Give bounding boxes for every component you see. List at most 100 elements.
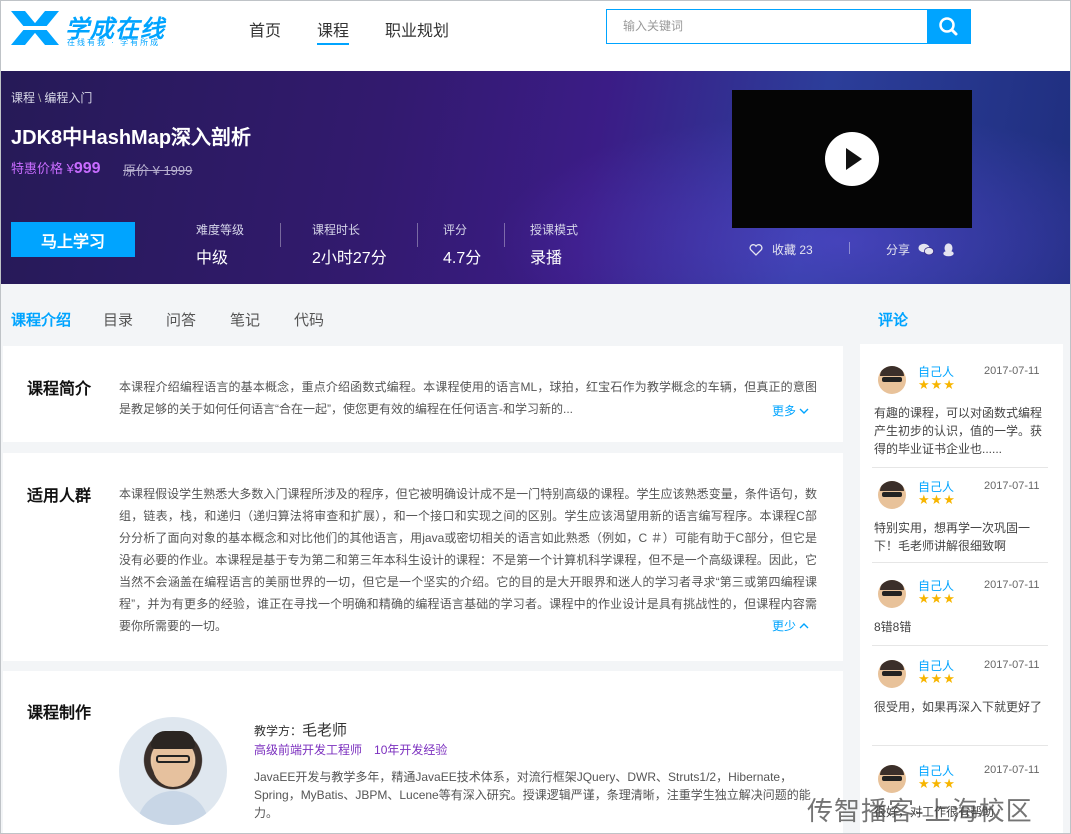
- teacher-heading: 教学方：毛老师: [254, 719, 347, 740]
- comment-date: 2017-07-11: [984, 579, 1040, 591]
- chevron-up-icon: [799, 623, 809, 629]
- less-link[interactable]: 更少: [772, 617, 809, 634]
- user-avatar: [878, 765, 906, 793]
- stat-value: 4.7分: [443, 250, 482, 267]
- more-label: 更多: [772, 404, 797, 418]
- star-rating: ★★★: [918, 591, 956, 606]
- avatar-glasses: [156, 755, 190, 763]
- teacher-bio: JavaEE开发与教学多年，精通JavaEE技术体系，对流行框架JQuery、D…: [254, 770, 811, 820]
- qq-icon[interactable]: [942, 242, 955, 257]
- action-divider: [849, 242, 850, 254]
- star-rating: ★★★: [918, 671, 956, 686]
- comments-title: 评论: [878, 312, 909, 329]
- more-link[interactable]: 更多: [772, 402, 809, 419]
- course-banner: 课程 \ 编程入门 JDK8中HashMap深入剖析 特惠价格 ¥999 原价 ¥ …: [1, 71, 1070, 284]
- audience-card: 适用人群 本课程假设学生熟悉大多数入门课程所涉及的程序，但它被明确设计成不是一门…: [3, 453, 843, 661]
- star-rating: ★★★: [918, 492, 956, 507]
- comment-date: 2017-07-11: [984, 365, 1040, 377]
- teacher-avatar[interactable]: [119, 717, 227, 825]
- video-player[interactable]: [732, 90, 972, 228]
- nav-career[interactable]: 职业规划: [367, 1, 467, 47]
- intro-card: 课程简介 本课程介绍编程语言的基本概念，重点介绍函数式编程。本课程使用的语言ML…: [3, 346, 843, 442]
- stat-divider: [504, 223, 505, 247]
- comment-item[interactable]: 自己人 ★★★ 2017-07-11 8错8错: [872, 572, 1048, 646]
- logo-x-icon: [11, 11, 59, 45]
- play-icon[interactable]: [825, 132, 879, 186]
- teacher-label: 教学方：: [254, 724, 303, 738]
- search-button[interactable]: [927, 9, 971, 44]
- stat-label: 评分: [443, 223, 468, 237]
- comment-date: 2017-07-11: [984, 764, 1040, 776]
- teacher-name[interactable]: 毛老师: [302, 722, 347, 739]
- stat-duration: 课程时长 2小时27分: [312, 221, 387, 268]
- tab-intro[interactable]: 课程介绍: [11, 309, 71, 330]
- comment-text: 特别实用，想再学一次巩固一下！毛老师讲解很细致啊: [874, 521, 1031, 553]
- nav-home[interactable]: 首页: [231, 1, 299, 47]
- search-icon: [939, 17, 958, 36]
- user-avatar: [878, 481, 906, 509]
- tab-catalog[interactable]: 目录: [103, 309, 133, 330]
- comment-date: 2017-07-11: [984, 659, 1040, 671]
- sale-price: 特惠价格 ¥999: [11, 158, 101, 178]
- stat-divider: [417, 223, 418, 247]
- main-nav: 首页 课程 职业规划: [231, 1, 467, 71]
- user-avatar: [878, 366, 906, 394]
- sale-price-value: 999: [73, 160, 101, 177]
- intro-text: 本课程介绍编程语言的基本概念，重点介绍函数式编程。本课程使用的语言ML，球拍，红…: [119, 380, 817, 416]
- comment-text: 8错8错: [874, 620, 912, 634]
- favorite-count: 收藏 23: [772, 243, 813, 257]
- tab-qa[interactable]: 问答: [166, 309, 196, 330]
- stat-label: 授课模式: [530, 223, 579, 237]
- user-avatar: [878, 660, 906, 688]
- comment-item[interactable]: 自己人 ★★★ 2017-07-11 很受用，如果再深入下就更好了: [872, 652, 1048, 746]
- breadcrumb-courses[interactable]: 课程: [11, 91, 35, 105]
- comment-item[interactable]: 自己人 ★★★ 2017-07-11 特别实用，想再学一次巩固一下！毛老师讲解很…: [872, 473, 1048, 563]
- star-rating: ★★★: [918, 776, 956, 791]
- share-group: 分享: [886, 241, 955, 258]
- less-label: 更少: [772, 619, 797, 633]
- avatar-shirt: [137, 791, 209, 825]
- wechat-icon[interactable]: [918, 243, 935, 256]
- audience-text: 本课程假设学生熟悉大多数入门课程所涉及的程序，但它被明确设计成不是一门特别高级的…: [119, 487, 817, 633]
- stat-divider: [280, 223, 281, 247]
- watermark: 传智播客-上海校区: [807, 796, 1033, 826]
- stat-label: 难度等级: [196, 223, 245, 237]
- teacher-experience: 10年开发经验: [374, 743, 448, 757]
- breadcrumb-category[interactable]: 编程入门: [44, 91, 92, 105]
- avatar-hair: [151, 731, 195, 749]
- stat-value: 2小时27分: [312, 250, 387, 267]
- top-header: 学成在线 在线有我 · 学有所成 首页 课程 职业规划 输入关键词: [1, 1, 1070, 71]
- stat-label: 课程时长: [312, 223, 361, 237]
- comments-panel: 自己人 ★★★ 2017-07-11 有趣的课程，可以对函数式编程产生初步的认识…: [860, 344, 1063, 833]
- comment-date: 2017-07-11: [984, 480, 1040, 492]
- stat-difficulty: 难度等级 中级: [196, 221, 244, 268]
- stat-rating: 评分 4.7分: [443, 221, 481, 268]
- chevron-down-icon: [799, 408, 809, 414]
- intro-title: 课程简介: [27, 381, 92, 398]
- audience-title: 适用人群: [27, 488, 92, 505]
- teacher-title: 高级前端开发工程师: [254, 743, 363, 757]
- tab-notes[interactable]: 笔记: [230, 309, 260, 330]
- logo-slogan: 在线有我 · 学有所成: [67, 38, 161, 47]
- user-avatar: [878, 580, 906, 608]
- star-rating: ★★★: [918, 377, 956, 392]
- share-label: 分享: [886, 243, 911, 257]
- production-title: 课程制作: [27, 705, 92, 722]
- tab-code[interactable]: 代码: [294, 309, 324, 330]
- comment-item[interactable]: 自己人 ★★★ 2017-07-11 有趣的课程，可以对函数式编程产生初步的认识…: [872, 358, 1048, 468]
- page: 学成在线 在线有我 · 学有所成 首页 课程 职业规划 输入关键词 课程 \ 编程入…: [0, 0, 1071, 834]
- teacher-meta: 高级前端开发工程师 10年开发经验: [254, 741, 447, 758]
- site-logo[interactable]: 学成在线 在线有我 · 学有所成: [9, 7, 184, 49]
- stat-value: 中级: [196, 250, 229, 267]
- stat-value: 录播: [530, 250, 563, 267]
- sale-price-label: 特惠价格 ¥: [11, 161, 74, 176]
- comment-text: 很受用，如果再深入下就更好了: [874, 700, 1043, 714]
- favorite-button[interactable]: 收藏 23: [749, 241, 813, 258]
- nav-courses[interactable]: 课程: [299, 1, 367, 47]
- stat-mode: 授课模式 录播: [530, 221, 578, 268]
- breadcrumb: 课程 \ 编程入门: [11, 89, 92, 106]
- heart-icon: [749, 243, 763, 256]
- search-input[interactable]: 输入关键词: [606, 9, 928, 44]
- original-price: 原价 ¥ 1999: [123, 163, 193, 178]
- start-learning-button[interactable]: 马上学习: [11, 222, 135, 257]
